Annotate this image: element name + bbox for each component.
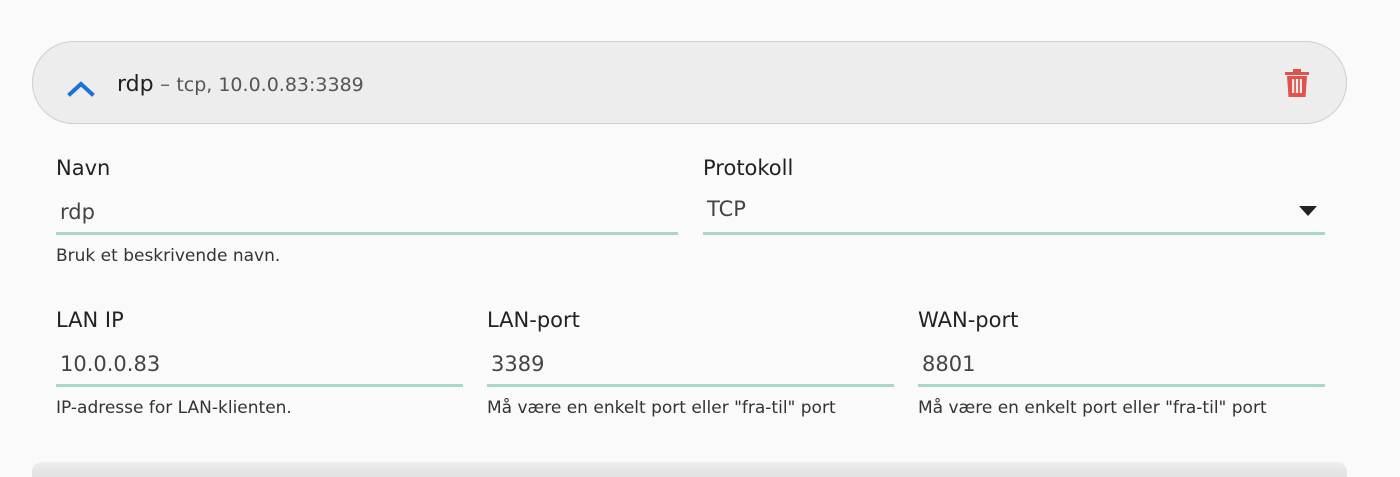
wan-port-input[interactable]	[918, 343, 1325, 387]
rule-separator: –	[153, 72, 177, 96]
lan-port-input[interactable]	[487, 343, 894, 387]
rule-title: rdp – tcp, 10.0.0.83:3389	[117, 68, 364, 101]
trash-icon[interactable]	[1283, 68, 1311, 98]
port-forward-rule-page: rdp – tcp, 10.0.0.83:3389 Navn Bruk et b…	[0, 0, 1400, 477]
wan-port-help: Må være en enkelt port eller "fra-til" p…	[918, 398, 1267, 418]
lan-port-label: LAN-port	[487, 308, 580, 332]
lan-ip-label: LAN IP	[56, 308, 124, 332]
rule-name: rdp	[117, 72, 154, 97]
protocol-select[interactable]: TCP	[703, 191, 1325, 235]
protocol-selected-value: TCP	[707, 197, 746, 221]
dropdown-arrow-icon	[1299, 206, 1317, 216]
chevron-up-icon[interactable]	[66, 73, 96, 103]
lan-port-help: Må være en enkelt port eller "fra-til" p…	[487, 398, 836, 418]
name-label: Navn	[56, 156, 111, 180]
lan-ip-input[interactable]	[56, 343, 463, 387]
name-help: Bruk et beskrivende navn.	[56, 246, 281, 266]
lan-ip-help: IP-adresse for LAN-klienten.	[56, 398, 292, 418]
protocol-label: Protokoll	[703, 156, 794, 180]
name-input[interactable]	[56, 191, 678, 235]
wan-port-label: WAN-port	[918, 308, 1019, 332]
rule-summary: tcp, 10.0.0.83:3389	[176, 74, 364, 96]
next-rule-card-edge	[32, 462, 1347, 477]
